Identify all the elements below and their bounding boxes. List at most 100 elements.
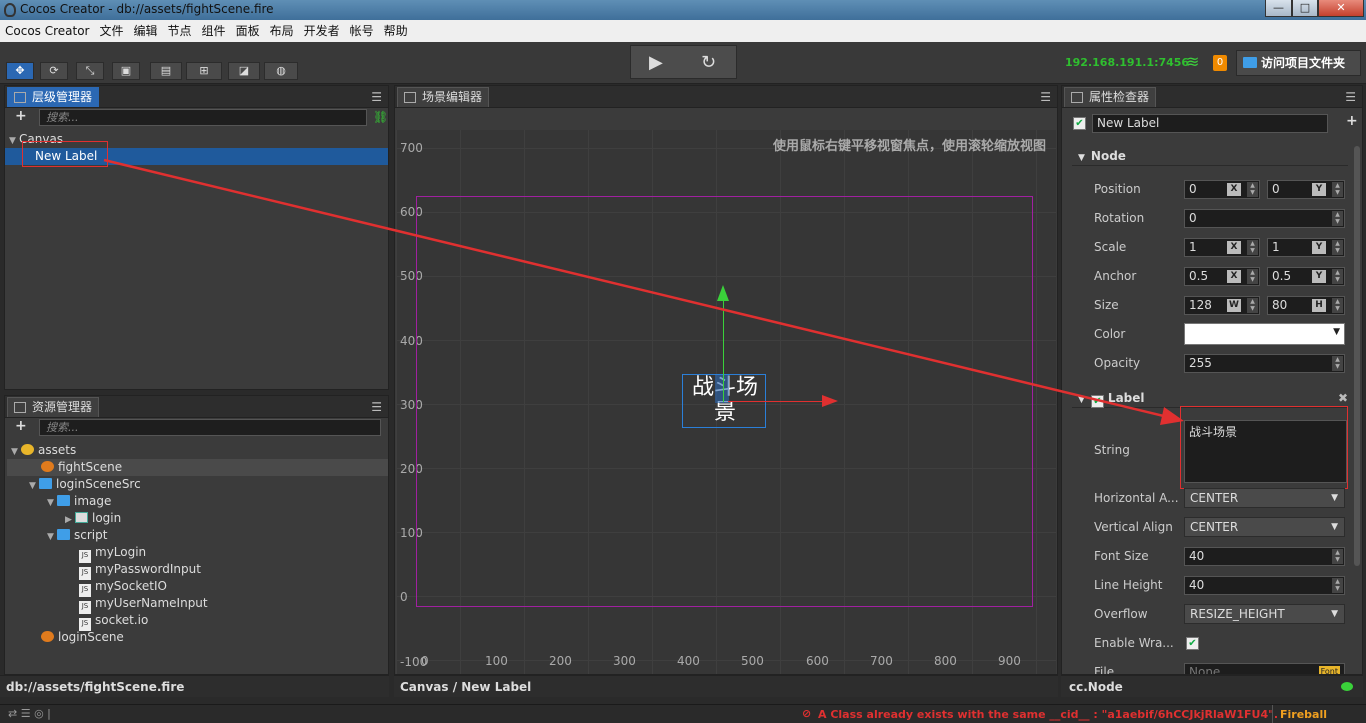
opacity-input[interactable]: 255 ▲ ▼ bbox=[1184, 354, 1345, 373]
x-tick: 100 bbox=[485, 654, 508, 668]
tab-inspector[interactable]: 属性检查器 bbox=[1064, 87, 1157, 107]
coordinate-toggle-icon[interactable]: ⊞ bbox=[186, 62, 222, 80]
line-height-label: Line Height bbox=[1094, 578, 1163, 592]
pivot-toggle-icon[interactable]: ▤ bbox=[150, 62, 182, 80]
refresh-icon[interactable]: ↻ bbox=[701, 52, 716, 73]
rect-tool-icon[interactable]: ▣ bbox=[112, 62, 140, 80]
scale-tool-icon[interactable]: ⤡ bbox=[76, 62, 104, 80]
overflow-select[interactable]: RESIZE_HEIGHT ▼ bbox=[1184, 604, 1345, 624]
panel-menu-icon[interactable]: ☰ bbox=[1345, 90, 1356, 104]
tab-hierarchy[interactable]: 层级管理器 bbox=[7, 87, 100, 107]
annotation-box-node bbox=[22, 141, 108, 167]
asset-mylogin[interactable]: JS myLogin bbox=[79, 544, 146, 563]
size-width-input[interactable]: 128 W ▲ ▼ bbox=[1184, 296, 1260, 315]
anchor-x-input[interactable]: 0.5 X ▲ ▼ bbox=[1184, 267, 1260, 286]
node-section[interactable]: ▼ Node bbox=[1072, 146, 1348, 166]
scale-y-input[interactable]: 1 Y ▲ ▼ bbox=[1267, 238, 1345, 257]
menu-help[interactable]: 帮助 bbox=[379, 20, 413, 42]
menu-node[interactable]: 节点 bbox=[163, 20, 197, 42]
scene-header: 场景编辑器 ☰ bbox=[395, 86, 1057, 108]
menu-developer[interactable]: 开发者 bbox=[299, 20, 345, 42]
asset-mypasswordinput[interactable]: JS myPasswordInput bbox=[79, 561, 201, 580]
footer-bar: ⇄ ☰ ◎ | ⊘ A Class already exists with th… bbox=[0, 704, 1366, 723]
gizmo-x-axis[interactable] bbox=[728, 401, 824, 402]
add-node-icon[interactable]: + bbox=[15, 108, 27, 124]
asset-myusernameinput[interactable]: JS myUserNameInput bbox=[79, 595, 208, 614]
size-height-input[interactable]: 80 H ▲ ▼ bbox=[1267, 296, 1345, 315]
asset-loginscene[interactable]: loginScene bbox=[41, 629, 124, 646]
menu-account[interactable]: 帐号 bbox=[345, 20, 379, 42]
view-3d-icon[interactable]: ◍ bbox=[264, 62, 298, 80]
x-tick: 300 bbox=[613, 654, 636, 668]
gizmo-x-arrow-icon[interactable] bbox=[822, 395, 838, 407]
menu-layout[interactable]: 布局 bbox=[265, 20, 299, 42]
font-asset-tag: Font bbox=[1318, 666, 1340, 674]
play-icon[interactable]: ▶ bbox=[649, 52, 663, 73]
add-component-icon[interactable]: + bbox=[1346, 113, 1358, 129]
rotate-tool-icon[interactable]: ⟳ bbox=[40, 62, 68, 80]
asset-image-folder[interactable]: ▼ image bbox=[47, 493, 111, 510]
scene-status-path: Canvas / New Label bbox=[394, 675, 1058, 697]
folder-icon bbox=[1243, 57, 1257, 68]
menu-component[interactable]: 组件 bbox=[197, 20, 231, 42]
color-picker[interactable]: ▼ bbox=[1184, 323, 1345, 345]
menu-panel[interactable]: 面板 bbox=[231, 20, 265, 42]
cocos-app-icon bbox=[4, 3, 16, 17]
menu-file[interactable]: 文件 bbox=[95, 20, 129, 42]
gizmo-y-arrow-icon[interactable] bbox=[717, 285, 729, 301]
open-project-folder-button[interactable]: 访问项目文件夹 bbox=[1236, 50, 1361, 76]
annotation-box-string bbox=[1180, 406, 1348, 489]
footer-tools-icon[interactable]: ⇄ ☰ ◎ | bbox=[8, 707, 51, 720]
node-name-input[interactable]: New Label bbox=[1092, 114, 1328, 133]
vertical-align-select[interactable]: CENTER ▼ bbox=[1184, 517, 1345, 537]
panel-menu-icon[interactable]: ☰ bbox=[371, 90, 382, 104]
tab-assets[interactable]: 资源管理器 bbox=[7, 397, 100, 417]
position-y-input[interactable]: 0 Y ▲ ▼ bbox=[1267, 180, 1345, 199]
scene-viewport[interactable]: 使用鼠标右键平移视窗焦点，使用滚轮缩放视图 700 600 500 400 30… bbox=[396, 130, 1056, 674]
tab-scene[interactable]: 场景编辑器 bbox=[397, 87, 490, 107]
wifi-icon: ≋ bbox=[1186, 52, 1200, 71]
rotation-input[interactable]: 0 ▲ ▼ bbox=[1184, 209, 1345, 228]
assets-search-input[interactable]: 搜索... bbox=[39, 419, 381, 436]
asset-login-image[interactable]: ▶ login bbox=[65, 510, 121, 527]
toolbar: ✥ ⟳ ⤡ ▣ ▤ ⊞ ◪ ◍ ▶ ↻ 192.168.191.1:7456 ≋… bbox=[0, 42, 1366, 84]
position-x-input[interactable]: 0 X ▲ ▼ bbox=[1184, 180, 1260, 199]
line-height-input[interactable]: 40 ▲ ▼ bbox=[1184, 576, 1345, 595]
remove-component-icon[interactable]: ✖ bbox=[1338, 388, 1348, 408]
enable-wrap-checkbox[interactable]: ✔ bbox=[1186, 637, 1199, 650]
menu-edit[interactable]: 编辑 bbox=[129, 20, 163, 42]
view-2d-icon[interactable]: ◪ bbox=[228, 62, 260, 80]
menu-cocos-creator[interactable]: Cocos Creator bbox=[0, 20, 95, 42]
assets-header: 资源管理器 ☰ bbox=[5, 396, 388, 418]
x-tick: 200 bbox=[549, 654, 572, 668]
hierarchy-search-input[interactable]: 搜索... bbox=[39, 109, 367, 126]
horizontal-align-select[interactable]: CENTER ▼ bbox=[1184, 488, 1345, 508]
close-button[interactable]: ✕ bbox=[1318, 0, 1364, 17]
inspector-status: cc.Node bbox=[1061, 675, 1363, 697]
asset-fightscene[interactable]: fightScene bbox=[7, 459, 388, 476]
font-file-input[interactable]: None Font bbox=[1184, 663, 1345, 674]
inspector-scrollbar[interactable] bbox=[1354, 146, 1360, 566]
label-section[interactable]: ▼ ✔ Label ✖ bbox=[1072, 388, 1348, 408]
move-tool-icon[interactable]: ✥ bbox=[6, 62, 34, 80]
minimize-button[interactable]: — bbox=[1265, 0, 1292, 17]
asset-mysocketio[interactable]: JS mySocketIO bbox=[79, 578, 167, 597]
link-icon[interactable]: ⛓ bbox=[373, 110, 388, 124]
asset-assets[interactable]: ▼ assets bbox=[11, 442, 76, 459]
asset-script-folder[interactable]: ▼ script bbox=[47, 527, 107, 544]
panel-menu-icon[interactable]: ☰ bbox=[371, 400, 382, 414]
preview-ip[interactable]: 192.168.191.1:7456 bbox=[1065, 56, 1189, 69]
anchor-y-input[interactable]: 0.5 Y ▲ ▼ bbox=[1267, 267, 1345, 286]
maximize-button[interactable]: □ bbox=[1292, 0, 1318, 17]
asset-socketio[interactable]: JS socket.io bbox=[79, 612, 148, 631]
error-message[interactable]: A Class already exists with the same __c… bbox=[818, 708, 1278, 721]
node-active-checkbox[interactable]: ✔ bbox=[1073, 117, 1086, 130]
add-asset-icon[interactable]: + bbox=[15, 418, 27, 434]
gizmo-y-axis[interactable] bbox=[723, 300, 724, 402]
panel-menu-icon[interactable]: ☰ bbox=[1040, 90, 1051, 104]
gizmo-center-handle[interactable] bbox=[715, 375, 729, 403]
hierarchy-header: 层级管理器 ☰ bbox=[5, 86, 388, 108]
font-size-input[interactable]: 40 ▲ ▼ bbox=[1184, 547, 1345, 566]
scale-x-input[interactable]: 1 X ▲ ▼ bbox=[1184, 238, 1260, 257]
asset-loginscenesrc[interactable]: ▼ loginSceneSrc bbox=[29, 476, 141, 493]
